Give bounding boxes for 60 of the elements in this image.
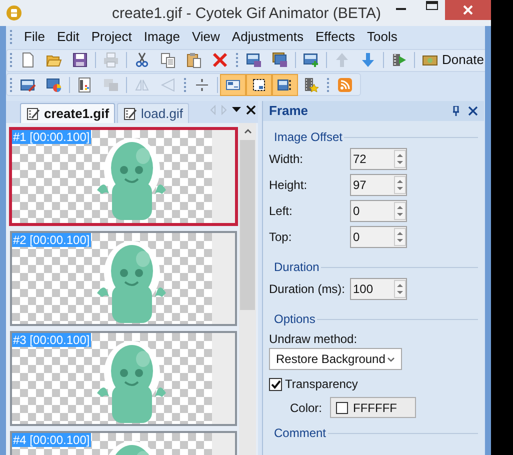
number-spinner[interactable]: 72: [350, 148, 407, 170]
donate-button[interactable]: Donate: [417, 49, 485, 71]
frame-label: #2 [00:00.100]: [12, 233, 91, 247]
edit-document-icon: [26, 106, 40, 120]
menu-item[interactable]: View: [186, 26, 226, 48]
frame-label: #4 [00:00.100]: [12, 433, 91, 447]
menu-item[interactable]: File: [18, 26, 51, 48]
section-heading: Image Offset: [274, 129, 342, 146]
field-label: Duration (ms):: [269, 281, 346, 298]
field-label: Color:: [290, 400, 324, 416]
spinner-arrows-icon[interactable]: [394, 228, 406, 246]
edit-document-icon: [123, 106, 138, 120]
image-dots-icon[interactable]: [272, 74, 298, 96]
spinner-arrows-icon[interactable]: [394, 176, 406, 194]
maximize-button[interactable]: [426, 1, 438, 10]
number-spinner[interactable]: 97: [350, 174, 407, 196]
color-button[interactable]: FFFFFF: [330, 397, 416, 418]
menu-item[interactable]: Effects: [309, 26, 361, 48]
frame-number-icon[interactable]: [220, 74, 246, 96]
menu-item[interactable]: Adjustments: [226, 26, 310, 48]
menu-item[interactable]: Tools: [360, 26, 404, 48]
section-heading: Duration: [274, 259, 320, 276]
dropdown[interactable]: Restore Background: [269, 348, 402, 370]
spinner-arrows-icon[interactable]: [394, 202, 406, 220]
selection-icon[interactable]: [246, 74, 272, 96]
color-swatch: [336, 402, 348, 414]
scrollbar-thumb[interactable]: [240, 140, 255, 310]
document-tab[interactable]: load.gif: [117, 103, 189, 123]
frame-label: #3 [00:00.100]: [12, 333, 91, 347]
menu-item[interactable]: Project: [85, 26, 138, 48]
close-icon[interactable]: [468, 106, 478, 116]
section-heading: Options: [274, 311, 316, 328]
scrollbar[interactable]: [239, 123, 256, 455]
menu-item[interactable]: Edit: [50, 26, 86, 48]
field-label: Undraw method:: [269, 331, 358, 346]
close-icon[interactable]: [246, 105, 256, 115]
dropdown-icon[interactable]: [232, 107, 241, 113]
section-heading: Comment: [274, 425, 326, 442]
close-button[interactable]: [445, 0, 491, 20]
spinner-arrows-icon[interactable]: [394, 150, 406, 168]
checkbox-label: Transparency: [285, 376, 358, 393]
app-icon[interactable]: [6, 5, 22, 21]
panel-title: Frame: [269, 102, 308, 120]
field-label: Top:: [269, 229, 293, 246]
menu-item[interactable]: Image: [138, 26, 186, 48]
caret-icon: [387, 356, 395, 362]
number-spinner[interactable]: 0: [350, 200, 407, 222]
field-label: Left:: [269, 203, 294, 220]
frame-label: #1 [00:00.100]: [12, 130, 91, 144]
window-title: create1.gif - Cyotek Gif Animator (BETA): [112, 4, 381, 24]
number-spinner[interactable]: 100: [350, 278, 407, 300]
number-spinner[interactable]: 0: [350, 226, 407, 248]
field-label: Width:: [269, 151, 304, 168]
close-icon: [463, 5, 473, 15]
spinner-arrows-icon[interactable]: [394, 280, 406, 298]
checkbox[interactable]: [269, 378, 282, 390]
field-label: Height:: [269, 177, 308, 194]
scroll-up-icon[interactable]: [244, 129, 252, 134]
pin-icon[interactable]: [452, 106, 460, 116]
document-tab[interactable]: create1.gif: [20, 103, 116, 123]
